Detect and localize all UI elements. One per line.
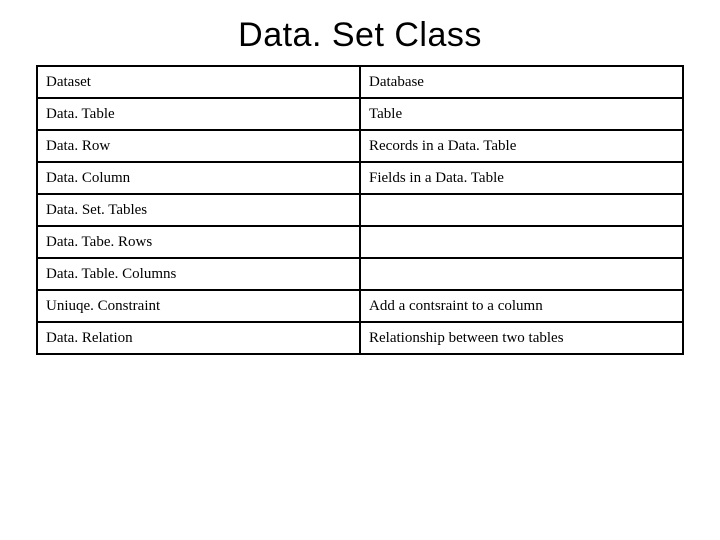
table-row: Data. Tabe. Rows	[37, 226, 683, 258]
cell-right	[360, 258, 683, 290]
cell-right: Records in a Data. Table	[360, 130, 683, 162]
table-row: Data. Set. Tables	[37, 194, 683, 226]
slide: Data. Set Class Dataset Database Data. T…	[0, 0, 720, 540]
definition-table: Dataset Database Data. Table Table Data.…	[36, 65, 684, 355]
cell-left: Dataset	[37, 66, 360, 98]
cell-left: Data. Table. Columns	[37, 258, 360, 290]
table-row: Data. Table. Columns	[37, 258, 683, 290]
cell-right: Relationship between two tables	[360, 322, 683, 354]
table-row: Data. Table Table	[37, 98, 683, 130]
table-row: Data. Column Fields in a Data. Table	[37, 162, 683, 194]
table-row: Dataset Database	[37, 66, 683, 98]
cell-right: Add a contsraint to a column	[360, 290, 683, 322]
cell-left: Data. Relation	[37, 322, 360, 354]
cell-left: Data. Row	[37, 130, 360, 162]
cell-right	[360, 226, 683, 258]
table-row: Uniuqe. Constraint Add a contsraint to a…	[37, 290, 683, 322]
cell-left: Data. Column	[37, 162, 360, 194]
cell-left: Data. Set. Tables	[37, 194, 360, 226]
cell-right: Table	[360, 98, 683, 130]
table-row: Data. Relation Relationship between two …	[37, 322, 683, 354]
cell-left: Data. Table	[37, 98, 360, 130]
cell-right: Fields in a Data. Table	[360, 162, 683, 194]
cell-right	[360, 194, 683, 226]
table-row: Data. Row Records in a Data. Table	[37, 130, 683, 162]
cell-right: Database	[360, 66, 683, 98]
cell-left: Uniuqe. Constraint	[37, 290, 360, 322]
page-title: Data. Set Class	[36, 16, 684, 55]
cell-left: Data. Tabe. Rows	[37, 226, 360, 258]
